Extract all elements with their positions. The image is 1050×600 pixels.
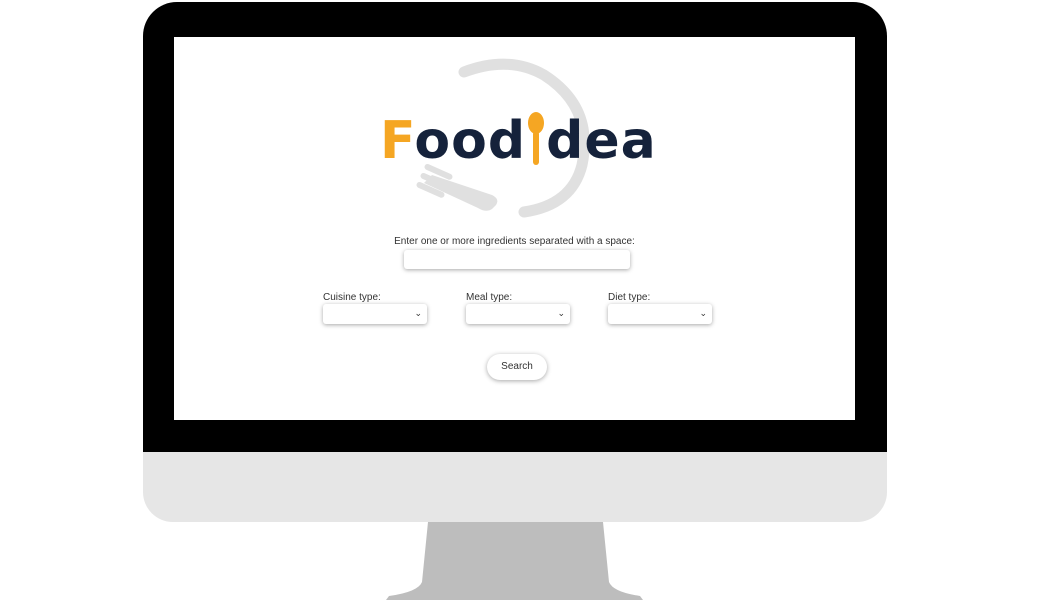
diet-type-select[interactable]: ⌄ (608, 304, 712, 324)
app-screen: Food dea Enter one or more ingredients se… (174, 37, 855, 420)
logo: Food dea (174, 37, 855, 227)
monitor-stand (386, 522, 643, 600)
logo-text-left: ood (414, 111, 527, 171)
ingredients-label: Enter one or more ingredients separated … (394, 236, 635, 247)
chevron-down-icon: ⌄ (557, 308, 565, 318)
logo-wordmark: Food dea (380, 111, 657, 171)
cuisine-type-label: Cuisine type: (323, 292, 381, 303)
meal-type-select[interactable]: ⌄ (466, 304, 570, 324)
chevron-down-icon: ⌄ (414, 308, 422, 318)
chevron-down-icon: ⌄ (699, 308, 707, 318)
ingredients-input[interactable] (404, 250, 630, 269)
monitor-chin (143, 452, 887, 522)
logo-text-right: dea (546, 111, 657, 171)
desktop-monitor-mockup: Food dea Enter one or more ingredients se… (0, 0, 1050, 600)
search-button[interactable]: Search (487, 354, 547, 380)
spoon-icon (526, 111, 546, 171)
logo-first-letter: F (380, 111, 415, 171)
cuisine-type-select[interactable]: ⌄ (323, 304, 427, 324)
diet-type-label: Diet type: (608, 292, 651, 303)
meal-type-label: Meal type: (466, 292, 513, 303)
